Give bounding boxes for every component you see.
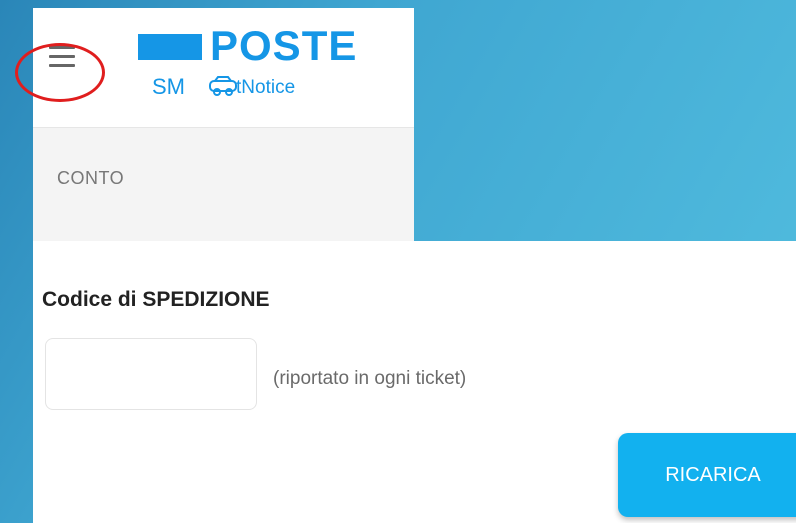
hamburger-icon-line xyxy=(49,46,75,49)
field-title: Codice di SPEDIZIONE xyxy=(42,288,270,311)
logo-bar xyxy=(138,34,202,60)
logo-sm-text: SM xyxy=(152,74,185,99)
sidebar: POSTE SM tNotice CONTO xyxy=(15,8,414,241)
car-icon xyxy=(209,76,237,96)
shipping-code-input[interactable] xyxy=(45,338,257,410)
logo-poste-text: POSTE xyxy=(210,22,358,69)
hamburger-icon-line xyxy=(49,64,75,67)
menu-button[interactable] xyxy=(49,46,75,70)
sidebar-item-conto[interactable]: CONTO xyxy=(57,168,124,189)
sidebar-header: POSTE SM tNotice xyxy=(15,8,414,128)
hamburger-icon-line xyxy=(49,55,75,58)
main-card: Codice di SPEDIZIONE (riportato in ogni … xyxy=(33,241,796,523)
ricarica-button[interactable]: RICARICA xyxy=(618,433,796,517)
logo-notice-text: tNotice xyxy=(236,77,296,98)
input-hint: (riportato in ogni ticket) xyxy=(273,368,467,389)
logo: POSTE SM tNotice xyxy=(138,20,368,106)
